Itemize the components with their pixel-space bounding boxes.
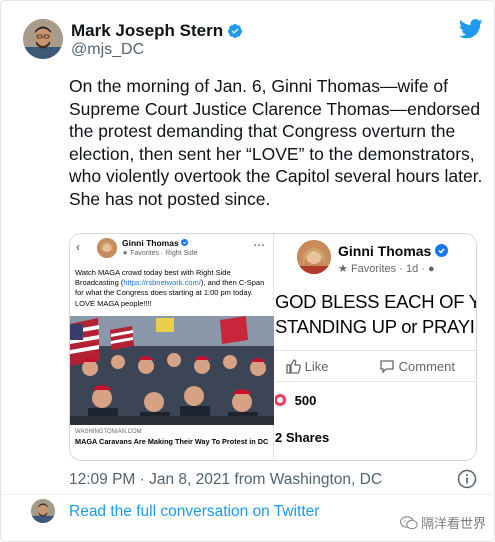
verified-badge-icon [227, 23, 243, 44]
reaction-count: 500 [294, 393, 317, 408]
fb-left-text: Watch MAGA crowd today best with Right S… [75, 268, 269, 309]
like-label: Like [304, 359, 329, 374]
fb-right-favorites-row: ★ Favorites · 1d · ● [338, 262, 435, 275]
author-name[interactable]: Mark Joseph Stern [71, 21, 223, 40]
comment-label: Comment [398, 359, 455, 374]
verified-badge-icon [435, 244, 449, 257]
like-button[interactable]: Like [285, 358, 328, 374]
reaction-icons [274, 394, 286, 406]
verified-badge-icon [181, 239, 189, 246]
tweet-text: On the morning of Jan. 6, Ginni Thomas—w… [69, 76, 483, 209]
back-arrow-icon: ‹ [76, 240, 80, 254]
like-icon [286, 359, 301, 374]
reactions-row[interactable]: 500 [274, 393, 317, 408]
fb-right-favorites: Favorites · 1d · [350, 263, 425, 275]
link-preview-title[interactable]: MAGA Caravans Are Making Their Way To Pr… [75, 437, 271, 446]
facebook-post-screenshot[interactable]: ‹ Ginni Thomas ★ Favorites · Right Side … [70, 234, 274, 460]
fb-left-text-link: https://rsbnetwork.com/ [123, 278, 201, 288]
crowd-photo [70, 316, 274, 425]
facebook-post-zoomed[interactable]: Ginni Thomas ★ Favorites · 1d · ● GOD BL… [274, 234, 477, 460]
watermark: 隔洋看世界 [399, 513, 486, 533]
fb-action-row: Like Comment [275, 350, 476, 382]
ginni-avatar-small [97, 238, 117, 258]
fb-right-line-1: GOD BLESS EACH OF Y [275, 291, 477, 312]
footer-author-avatar[interactable] [31, 499, 55, 523]
tweet-media[interactable]: ‹ Ginni Thomas ★ Favorites · Right Side … [69, 233, 477, 461]
author-handle[interactable]: @mjs_DC [71, 41, 144, 59]
fb-right-line-2: STANDING UP or PRAYIN [275, 316, 477, 337]
author-avatar[interactable] [23, 19, 63, 59]
globe-icon: ● [427, 263, 435, 275]
wechat-icon [399, 516, 418, 533]
tweet-timestamp[interactable]: 12:09 PM · Jan 8, 2021 from Washington, … [69, 471, 382, 489]
fb-left-name: Ginni Thomas [122, 238, 179, 248]
comment-icon [380, 360, 394, 374]
divider [1, 494, 495, 495]
more-options-icon: ⋯ [253, 238, 265, 252]
link-preview-domain: WASHINGTONIAN.COM [75, 429, 142, 435]
read-full-conversation-link[interactable]: Read the full conversation on Twitter [69, 503, 319, 521]
star-icon: ★ [338, 263, 348, 275]
fb-left-favorites: ★ Favorites · Right Side [122, 250, 198, 257]
fb-right-name-row: Ginni Thomas [338, 243, 449, 259]
fb-right-name: Ginni Thomas [338, 243, 432, 259]
comment-button[interactable]: Comment [379, 358, 455, 374]
shares-count[interactable]: 2 Shares [275, 430, 329, 445]
info-icon[interactable] [457, 469, 477, 494]
ginni-avatar-large [297, 240, 331, 274]
twitter-bird-icon[interactable] [458, 19, 483, 44]
tweet-card: Mark Joseph Stern @mjs_DC On the morning… [0, 0, 495, 542]
tweet-header: Mark Joseph Stern @mjs_DC [23, 19, 483, 63]
watermark-text: 隔洋看世界 [420, 516, 486, 531]
fb-left-name-row: Ginni Thomas [122, 238, 189, 248]
